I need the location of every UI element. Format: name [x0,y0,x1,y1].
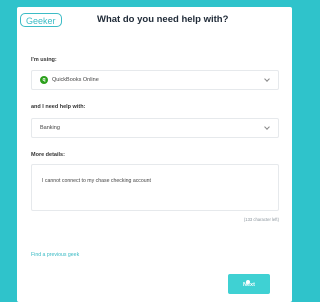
character-counter: (133 character left) [243,217,279,222]
chevron-down-icon [264,124,270,130]
software-label: I'm using: [31,57,57,63]
find-previous-geek-link[interactable]: Find a previous geek [31,252,79,258]
cursor-icon [246,280,250,284]
next-button[interactable]: Next [228,274,270,294]
help-form-card: Geeker What do you need help with? I'm u… [17,7,292,302]
help-topic-select[interactable]: Banking [31,118,279,138]
page-title: What do you need help with? [97,14,229,25]
help-topic-label: and I need help with: [31,104,86,110]
details-textarea[interactable]: I cannot connect to my chase checking ac… [31,164,279,211]
software-select-value: QuickBooks Online [52,77,99,83]
help-topic-select-value: Banking [40,125,60,131]
software-select[interactable]: q QuickBooks Online [31,70,279,90]
geeker-logo[interactable]: Geeker [20,13,62,27]
quickbooks-icon: q [40,76,48,84]
chevron-down-icon [264,76,270,82]
details-label: More details: [31,152,65,158]
